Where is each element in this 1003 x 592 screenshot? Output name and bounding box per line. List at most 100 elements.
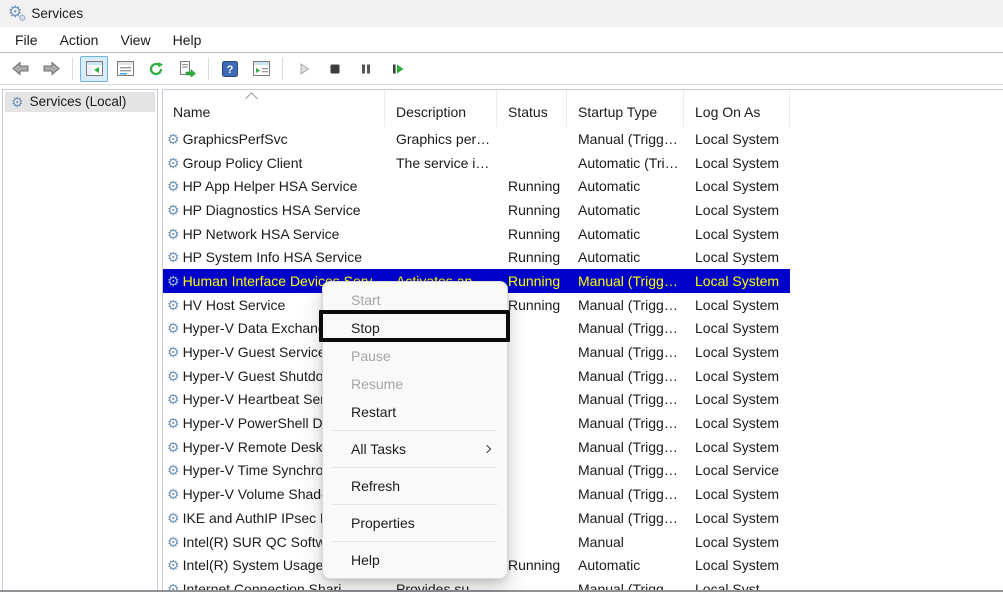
service-name-cell: ⚙Internet Connection Shari… bbox=[163, 577, 385, 590]
table-row[interactable]: ⚙HP System Info HSA ServiceRunningAutoma… bbox=[163, 245, 1003, 269]
table-row[interactable]: ⚙Hyper-V Remote Desktop…Manual (Trigg…Lo… bbox=[163, 435, 1003, 459]
context-menu-item-all-tasks[interactable]: All Tasks bbox=[323, 435, 507, 463]
menu-file[interactable]: File bbox=[4, 29, 49, 51]
table-row[interactable]: ⚙Hyper-V Guest Service Int…Manual (Trigg… bbox=[163, 340, 1003, 364]
menu-bar: File Action View Help bbox=[0, 27, 1003, 53]
service-name-cell: ⚙HP System Info HSA Service bbox=[163, 245, 385, 269]
service-description-cell bbox=[385, 245, 497, 269]
service-startup-type-cell: Manual (Trigg… bbox=[567, 506, 684, 530]
restart-service-icon[interactable] bbox=[383, 56, 411, 82]
service-gear-icon: ⚙ bbox=[167, 345, 180, 359]
service-logon-cell: Local System bbox=[684, 340, 790, 364]
svg-text:?: ? bbox=[227, 64, 234, 76]
service-startup-type-cell: Manual (Trigg… bbox=[567, 482, 684, 506]
list-header: Name Description Status Startup Type Log… bbox=[163, 90, 1003, 127]
service-logon-cell: Local System bbox=[684, 411, 790, 435]
table-row[interactable]: ⚙Internet Connection Shari…Provides su…M… bbox=[163, 577, 1003, 590]
show-console-tree-icon[interactable] bbox=[80, 56, 108, 82]
service-gear-icon: ⚙ bbox=[167, 463, 180, 477]
service-logon-cell: Local System bbox=[684, 506, 790, 530]
service-logon-cell: Local System bbox=[684, 245, 790, 269]
service-logon-cell: Local System bbox=[684, 151, 790, 175]
table-row[interactable]: ⚙IKE and AuthIP IPsec Keyi…Manual (Trigg… bbox=[163, 506, 1003, 530]
service-logon-cell: Local System bbox=[684, 198, 790, 222]
context-menu-item-help[interactable]: Help bbox=[323, 546, 507, 574]
table-row[interactable]: ⚙Human Interface Devices Serv…Activates … bbox=[163, 269, 1003, 293]
context-menu-separator bbox=[333, 504, 497, 505]
refresh-icon[interactable] bbox=[142, 56, 170, 82]
service-logon-cell: Local System bbox=[684, 435, 790, 459]
service-logon-cell: Local System bbox=[684, 222, 790, 246]
service-gear-icon: ⚙ bbox=[167, 274, 180, 288]
show-action-pane-icon[interactable] bbox=[247, 56, 275, 82]
table-row[interactable]: ⚙Hyper-V Heartbeat Servic…Manual (Trigg…… bbox=[163, 388, 1003, 412]
service-logon-cell: Local System bbox=[684, 269, 790, 293]
help-icon[interactable]: ? bbox=[216, 56, 244, 82]
context-menu-item-label: Pause bbox=[351, 348, 391, 364]
service-description-cell: Graphics per… bbox=[385, 127, 497, 151]
toolbar-separator bbox=[72, 58, 73, 80]
service-startup-type-cell: Automatic (Tri… bbox=[567, 151, 684, 175]
service-description-cell: Provides su… bbox=[385, 577, 497, 590]
context-menu-item-stop[interactable]: Stop bbox=[323, 314, 507, 342]
toolbar: ? bbox=[0, 53, 1003, 85]
service-logon-cell: Local System bbox=[684, 317, 790, 341]
column-header-startup-type[interactable]: Startup Type bbox=[567, 90, 684, 127]
submenu-chevron-icon bbox=[483, 445, 491, 453]
table-row[interactable]: ⚙Hyper-V PowerShell Direc…Manual (Trigg…… bbox=[163, 411, 1003, 435]
table-row[interactable]: ⚙HP App Helper HSA ServiceRunningAutomat… bbox=[163, 174, 1003, 198]
forward-arrow-icon[interactable] bbox=[37, 56, 65, 82]
service-startup-type-cell: Manual (Trigg… bbox=[567, 459, 684, 483]
table-row[interactable]: ⚙Hyper-V Guest Shutdown…Manual (Trigg…Lo… bbox=[163, 364, 1003, 388]
export-list-icon[interactable] bbox=[173, 56, 201, 82]
window-title: Services bbox=[31, 6, 83, 21]
start-service-icon[interactable] bbox=[290, 56, 318, 82]
column-header-description[interactable]: Description bbox=[385, 90, 497, 127]
table-row[interactable]: ⚙Intel(R) System Usage Re…RunningAutomat… bbox=[163, 553, 1003, 577]
service-startup-type-cell: Automatic bbox=[567, 198, 684, 222]
service-logon-cell: Local System bbox=[684, 364, 790, 388]
context-menu-item-properties[interactable]: Properties bbox=[323, 509, 507, 537]
stop-service-icon[interactable] bbox=[321, 56, 349, 82]
column-header-status[interactable]: Status bbox=[497, 90, 567, 127]
column-header-name[interactable]: Name bbox=[163, 90, 385, 127]
table-row[interactable]: ⚙Hyper-V Time Synchroniz…Manual (Trigg…L… bbox=[163, 459, 1003, 483]
table-row[interactable]: ⚙Group Policy ClientThe service i…Automa… bbox=[163, 151, 1003, 175]
pause-service-icon[interactable] bbox=[352, 56, 380, 82]
menu-view[interactable]: View bbox=[109, 29, 161, 51]
service-name-cell: ⚙Group Policy Client bbox=[163, 151, 385, 175]
table-row[interactable]: ⚙HV Host ServiceRunningManual (Trigg…Loc… bbox=[163, 293, 1003, 317]
back-arrow-icon[interactable] bbox=[6, 56, 34, 82]
table-row[interactable]: ⚙Hyper-V Volume Shadow…Manual (Trigg…Loc… bbox=[163, 482, 1003, 506]
service-startup-type-cell: Automatic bbox=[567, 174, 684, 198]
title-bar: ⚙⚙ Services bbox=[0, 0, 1003, 27]
service-startup-type-cell: Manual bbox=[567, 530, 684, 554]
service-description-cell bbox=[385, 174, 497, 198]
console-tree-panel: ⚙ Services (Local) bbox=[2, 89, 158, 590]
service-gear-icon: ⚙ bbox=[167, 203, 180, 217]
context-menu-item-restart[interactable]: Restart bbox=[323, 398, 507, 426]
column-header-log-on-as[interactable]: Log On As bbox=[684, 90, 790, 127]
properties-icon[interactable] bbox=[111, 56, 139, 82]
service-startup-type-cell: Manual (Trigg… bbox=[567, 435, 684, 459]
menu-action[interactable]: Action bbox=[49, 29, 110, 51]
service-gear-icon: ⚙ bbox=[167, 440, 180, 454]
service-status-cell: Running bbox=[497, 245, 567, 269]
service-description-cell bbox=[385, 222, 497, 246]
sidebar-item-services-local[interactable]: ⚙ Services (Local) bbox=[5, 92, 155, 112]
context-menu-item-refresh[interactable]: Refresh bbox=[323, 472, 507, 500]
table-row[interactable]: ⚙GraphicsPerfSvcGraphics per…Manual (Tri… bbox=[163, 127, 1003, 151]
service-logon-cell: Local Service bbox=[684, 459, 790, 483]
service-startup-type-cell: Manual (Trigg… bbox=[567, 269, 684, 293]
service-gear-icon: ⚙ bbox=[167, 227, 180, 241]
table-row[interactable]: ⚙Hyper-V Data Exchange S…Manual (Trigg…L… bbox=[163, 317, 1003, 341]
menu-help[interactable]: Help bbox=[162, 29, 213, 51]
services-app-icon: ⚙⚙ bbox=[8, 5, 22, 21]
service-logon-cell: Local System bbox=[684, 553, 790, 577]
toolbar-separator bbox=[208, 58, 209, 80]
service-status-cell bbox=[497, 151, 567, 175]
table-row[interactable]: ⚙HP Diagnostics HSA ServiceRunningAutoma… bbox=[163, 198, 1003, 222]
table-row[interactable]: ⚙Intel(R) SUR QC Software…ManualLocal Sy… bbox=[163, 530, 1003, 554]
table-row[interactable]: ⚙HP Network HSA ServiceRunningAutomaticL… bbox=[163, 222, 1003, 246]
service-logon-cell: Local Syst… bbox=[684, 577, 790, 590]
